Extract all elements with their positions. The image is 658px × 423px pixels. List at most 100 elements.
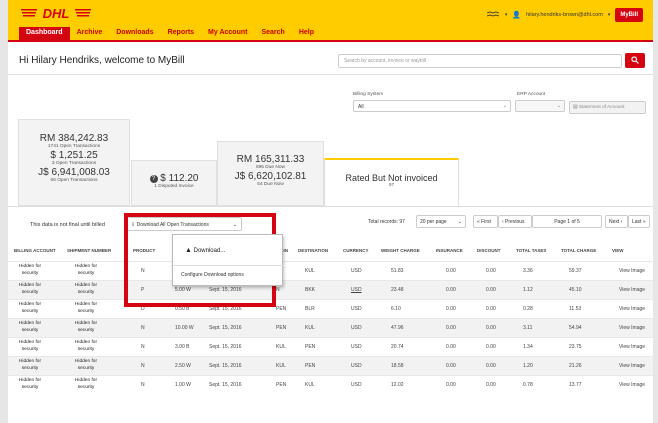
- header-total-charge[interactable]: TOTAL CHARGE: [561, 248, 596, 253]
- billing-system-label: Billing System: [353, 92, 384, 97]
- dhl-logo[interactable]: DHL: [21, 6, 91, 22]
- download-icon: ▲: [185, 247, 192, 254]
- cell-dest: KUL: [305, 268, 315, 274]
- header-accent-line: [8, 40, 653, 42]
- chevron-down-icon: ⌄: [502, 103, 507, 109]
- cell-taxes: 3.11: [523, 325, 533, 331]
- header-shipment-number[interactable]: SHIPMENT NUMBER: [67, 248, 111, 253]
- rated-not-invoiced-card[interactable]: Rated But Not invoiced 97: [324, 158, 459, 207]
- erp-account-select[interactable]: ⌄: [515, 100, 565, 112]
- table-row[interactable]: Hidden for security Hidden for security N K…: [8, 261, 653, 280]
- billing-account-hidden: Hidden for security: [18, 359, 42, 371]
- disputed-label: 1 Disputed Invoice: [154, 184, 194, 189]
- next-page-button[interactable]: Next ›: [605, 215, 628, 228]
- chevron-down-icon[interactable]: ▾: [505, 12, 508, 18]
- cell-product: N: [141, 363, 145, 369]
- configure-download-options-item[interactable]: Configure Download options: [181, 272, 244, 278]
- cell-discount: 0.00: [486, 344, 496, 350]
- cell-date: Sept. 15, 2016: [209, 344, 242, 350]
- billing-system-select[interactable]: All ⌄: [353, 100, 511, 112]
- mybill-button[interactable]: MyBill: [615, 8, 643, 22]
- per-page-value: 20 per page: [420, 219, 447, 225]
- main-nav: Dashboard Archive Downloads Reports My A…: [19, 27, 321, 40]
- nav-my-account[interactable]: My Account: [201, 27, 254, 40]
- cell-origin: KUL: [276, 363, 286, 369]
- search-button[interactable]: [625, 53, 645, 68]
- nav-reports[interactable]: Reports: [161, 27, 201, 40]
- app-frame: DHL Dashboard Archive Downloads Reports …: [8, 0, 653, 423]
- search-icon: [631, 56, 639, 64]
- rated-count: 97: [388, 183, 395, 188]
- open-usd-amount: $ 1,251.25: [50, 150, 98, 161]
- cell-origin: PEN: [276, 382, 287, 388]
- table-row[interactable]: Hidden for security Hidden for security N 3…: [8, 337, 653, 356]
- nav-help[interactable]: Help: [292, 27, 321, 40]
- cell-product: N: [141, 382, 145, 388]
- first-page-button[interactable]: « First: [473, 215, 498, 228]
- cell-discount: 0.00: [486, 363, 496, 369]
- due-now-card[interactable]: RM 165,311.33 695 Due Now J$ 6,620,102.8…: [217, 141, 324, 206]
- menu-wave-icon[interactable]: [486, 11, 500, 19]
- per-page-select[interactable]: 20 per page ⌄: [416, 215, 466, 228]
- table-row[interactable]: Hidden for security Hidden for security N 1…: [8, 318, 653, 337]
- cell-product: N: [141, 344, 145, 350]
- table-row[interactable]: Hidden for security Hidden for security P 5…: [8, 280, 653, 299]
- total-records: Total records: 97: [368, 219, 405, 225]
- cell-taxes: 3.36: [523, 268, 533, 274]
- cell-insurance: 0.00: [446, 325, 456, 331]
- table-row[interactable]: Hidden for security Hidden for security D 0…: [8, 299, 653, 318]
- search-input[interactable]: Search by account, invoice or waybill: [338, 54, 622, 68]
- header-discount[interactable]: DISCOUNT: [477, 248, 501, 253]
- view-image-link[interactable]: View Image: [619, 344, 645, 350]
- nav-search[interactable]: Search: [254, 27, 291, 40]
- cell-insurance: 0.00: [446, 344, 456, 350]
- view-image-link[interactable]: View Image: [619, 287, 645, 293]
- table-row[interactable]: Hidden for security Hidden for security N 2…: [8, 356, 653, 375]
- header-total-taxes[interactable]: TOTAL TAXES: [516, 248, 546, 253]
- user-icon: 👤: [512, 12, 522, 19]
- download-menu-item[interactable]: ▲ Download...: [185, 247, 225, 254]
- open-transactions-card[interactable]: RM 384,242.83 1741 Open Transactions $ 1…: [18, 119, 130, 206]
- cell-weight: 2.50 W: [175, 363, 191, 369]
- nav-dashboard[interactable]: Dashboard: [19, 27, 70, 40]
- page-number-input[interactable]: 1: [567, 219, 570, 225]
- header-weight-charge[interactable]: WEIGHT CHARGE: [381, 248, 420, 253]
- cell-taxes: 1.34: [523, 344, 533, 350]
- view-image-link[interactable]: View Image: [619, 363, 645, 369]
- shipment-number-hidden: Hidden for security: [74, 321, 98, 333]
- dropdown-divider: [173, 265, 284, 266]
- svg-text:DHL: DHL: [43, 6, 70, 21]
- view-image-link[interactable]: View Image: [619, 306, 645, 312]
- billing-system-value: All: [358, 104, 364, 110]
- view-image-link[interactable]: View Image: [619, 268, 645, 274]
- header-currency[interactable]: CURRENCY: [343, 248, 369, 253]
- table-row[interactable]: Hidden for security Hidden for security N 1…: [8, 375, 653, 394]
- header-insurance[interactable]: INSURANCE: [436, 248, 463, 253]
- nav-archive[interactable]: Archive: [70, 27, 110, 40]
- tabs-baseline: [8, 206, 653, 207]
- previous-page-button[interactable]: ‹ Previous: [498, 215, 532, 228]
- user-email[interactable]: hilary.hendriks-brown@dhl.com: [526, 12, 603, 18]
- chevron-down-icon[interactable]: ▾: [608, 12, 611, 18]
- view-image-link[interactable]: View Image: [619, 382, 645, 388]
- cell-weight: 3.00 B: [175, 344, 190, 350]
- cell-dest: KUL: [305, 382, 315, 388]
- cell-date: Sept. 15, 2016: [209, 363, 242, 369]
- header-view[interactable]: VIEW: [612, 248, 624, 253]
- disputed-card[interactable]: ? $ 112.20 1 Disputed Invoice: [131, 160, 217, 206]
- statement-of-account-button[interactable]: ▤ Statement of Account: [569, 101, 646, 114]
- cell-discount: 0.00: [486, 306, 496, 312]
- cell-taxes: 1.20: [523, 363, 533, 369]
- header-destination[interactable]: DESTINATION: [298, 248, 328, 253]
- nav-downloads[interactable]: Downloads: [109, 27, 160, 40]
- statement-label: Statement of Account: [578, 105, 625, 110]
- last-page-button[interactable]: Last »: [628, 215, 650, 228]
- cell-charge: 20.74: [391, 344, 404, 350]
- cell-charge: 6.10: [391, 306, 401, 312]
- view-image-link[interactable]: View Image: [619, 325, 645, 331]
- cell-discount: 0.00: [486, 287, 496, 293]
- cell-discount: 0.00: [486, 325, 496, 331]
- cell-taxes: 0.28: [523, 306, 533, 312]
- header-billing-account[interactable]: BILLING ACCOUNT: [14, 248, 56, 253]
- open-jpy-amount: J$ 6,941,008.03: [38, 167, 110, 178]
